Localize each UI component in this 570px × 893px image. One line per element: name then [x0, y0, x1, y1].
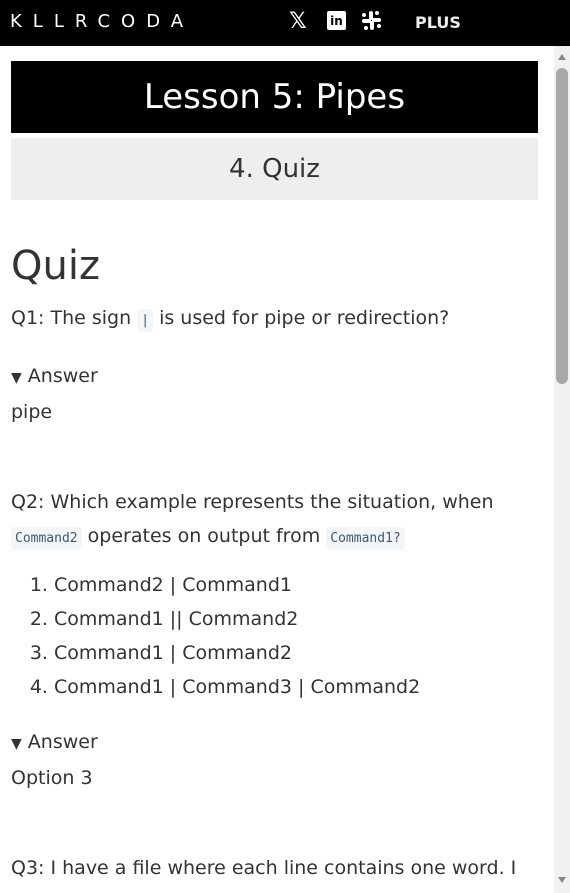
- vertical-scrollbar[interactable]: [554, 46, 570, 893]
- question-2-options: Command2 | Command1 Command1 || Command2…: [11, 568, 538, 704]
- plus-link[interactable]: PLUS: [415, 13, 461, 32]
- lesson-content: Lesson 5: Pipes 4. Quiz Quiz Q1: The sig…: [11, 46, 538, 893]
- slack-icon[interactable]: [361, 10, 382, 31]
- answer-label-1: Answer: [27, 365, 98, 387]
- answer-toggle-1[interactable]: ▼ Answer: [11, 359, 538, 395]
- linkedin-icon[interactable]: in: [327, 11, 346, 30]
- answer-2: Option 3: [11, 767, 93, 789]
- question-1-suffix: is used for pipe or redirection?: [159, 307, 450, 329]
- step-title: 4. Quiz: [11, 138, 538, 200]
- triangle-down-icon: ▼: [11, 736, 22, 752]
- triangle-down-icon: ▼: [11, 370, 22, 386]
- answer-1: pipe: [11, 401, 53, 423]
- question-2-code-1: Command2: [11, 527, 82, 550]
- quiz-heading: Quiz: [11, 243, 100, 289]
- question-1-code: |: [137, 309, 154, 332]
- option-item: Command1 || Command2: [54, 602, 538, 636]
- answer-toggle-2[interactable]: ▼ Answer: [11, 725, 538, 761]
- option-item: Command1 | Command2: [54, 636, 538, 670]
- question-2-prefix: Q2: Which example represents the situati…: [11, 491, 494, 513]
- option-item: Command1 | Command3 | Command2: [54, 670, 538, 704]
- top-navbar: KLLRCODA 𝕏 in PLUS: [0, 0, 570, 46]
- answer-label-2: Answer: [27, 731, 98, 753]
- question-1-prefix: Q1: The sign: [11, 307, 132, 329]
- killercoda-logo[interactable]: KLLRCODA: [10, 11, 194, 32]
- x-icon[interactable]: 𝕏: [289, 9, 307, 34]
- question-2-middle: operates on output from: [87, 525, 321, 547]
- option-item: Command2 | Command1: [54, 568, 538, 602]
- question-1: Q1: The sign | is used for pipe or redir…: [11, 301, 538, 338]
- question-2-code-2: Command1?: [326, 527, 405, 550]
- question-2: Q2: Which example represents the situati…: [11, 485, 538, 556]
- scrollbar-thumb[interactable]: [556, 68, 568, 384]
- lesson-title: Lesson 5: Pipes: [11, 61, 538, 133]
- question-3: Q3: I have a file where each line contai…: [11, 857, 517, 879]
- scroll-up-icon[interactable]: [558, 54, 566, 60]
- scroll-down-icon[interactable]: [558, 877, 566, 883]
